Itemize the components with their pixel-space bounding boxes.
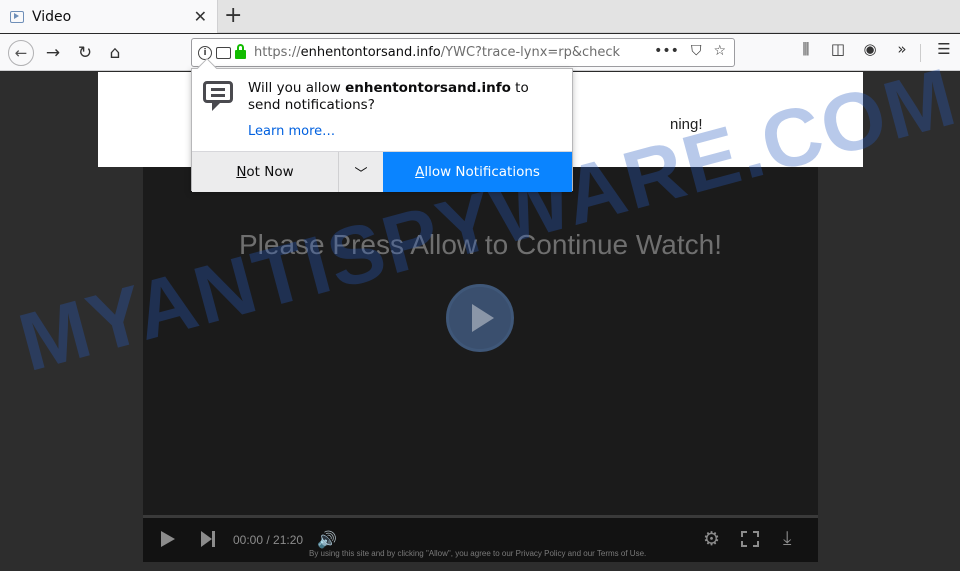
hamburger-menu-icon[interactable]: ☰ bbox=[928, 40, 960, 58]
tab-strip: Video ✕ + bbox=[0, 0, 960, 33]
popup-message: Will you allow enhentontorsand.info to s… bbox=[248, 80, 529, 113]
play-icon[interactable] bbox=[161, 531, 175, 547]
url-text[interactable]: https://enhentontorsand.info/YWC?trace-l… bbox=[254, 45, 622, 60]
page-actions-icon[interactable]: ••• bbox=[654, 43, 679, 59]
url-host: enhentontorsand.info bbox=[300, 45, 441, 60]
overflow-chevron-icon[interactable]: » bbox=[886, 40, 918, 58]
nav-bar: ← → ↻ ⌂ i https://enhentontorsand.info/Y… bbox=[0, 34, 960, 71]
forward-button[interactable]: → bbox=[40, 40, 66, 66]
volume-icon[interactable]: 🔊 bbox=[317, 530, 337, 549]
url-scheme: https:// bbox=[254, 45, 301, 60]
back-button[interactable]: ← bbox=[8, 40, 34, 66]
time-display: 00:00 / 21:20 bbox=[233, 533, 304, 547]
bookmark-star-icon[interactable]: ☆ bbox=[713, 43, 726, 59]
notification-permission-icon[interactable] bbox=[216, 46, 231, 59]
time-total: 21:20 bbox=[273, 533, 304, 547]
banner-text: ning! bbox=[670, 116, 703, 133]
time-current: 00:00 bbox=[233, 533, 264, 547]
tab-close-icon[interactable]: ✕ bbox=[194, 7, 207, 26]
site-info-icon[interactable]: i bbox=[198, 45, 212, 60]
video-player[interactable]: Please Press Allow to Continue Watch! 00… bbox=[143, 167, 818, 562]
popup-host: enhentontorsand.info bbox=[345, 80, 511, 96]
sidebar-icon[interactable]: ◫ bbox=[822, 40, 854, 58]
download-icon[interactable]: ⤓ bbox=[783, 527, 791, 549]
video-favicon-icon bbox=[10, 10, 24, 23]
lock-icon[interactable] bbox=[235, 44, 246, 59]
chevron-down-icon[interactable]: ﹀ bbox=[339, 152, 383, 192]
library-icon[interactable]: ⫼ bbox=[790, 40, 822, 58]
url-path: /YWC?trace-lynx=rp&check bbox=[440, 45, 621, 60]
url-bar[interactable]: i https://enhentontorsand.info/YWC?trace… bbox=[191, 38, 735, 67]
tab-title: Video bbox=[32, 8, 72, 25]
popup-footer: Not Now ﹀ Allow Notifications bbox=[192, 151, 572, 192]
player-controls: 00:00 / 21:20 🔊 By using this site and b… bbox=[143, 515, 818, 562]
tab-video[interactable]: Video ✕ bbox=[0, 0, 218, 33]
reload-button[interactable]: ↻ bbox=[72, 40, 98, 66]
account-icon[interactable]: ◉ bbox=[854, 40, 886, 58]
new-tab-button[interactable]: + bbox=[224, 3, 242, 28]
legal-text: By using this site and by clicking "Allo… bbox=[309, 549, 647, 558]
notification-message-icon bbox=[203, 81, 233, 111]
settings-gear-icon[interactable]: ⚙ bbox=[703, 528, 720, 550]
fullscreen-icon[interactable] bbox=[741, 531, 759, 547]
notification-permission-popup: Will you allow enhentontorsand.info to s… bbox=[191, 58, 573, 192]
allow-notifications-button[interactable]: Allow Notifications bbox=[383, 152, 572, 192]
player-message: Please Press Allow to Continue Watch! bbox=[239, 229, 722, 260]
big-play-button[interactable] bbox=[446, 284, 514, 352]
not-now-button[interactable]: Not Now bbox=[192, 152, 339, 192]
toolbar-separator bbox=[920, 44, 921, 62]
learn-more-link[interactable]: Learn more… bbox=[248, 124, 335, 139]
home-button[interactable]: ⌂ bbox=[102, 40, 128, 66]
pocket-icon[interactable]: ⛉ bbox=[691, 43, 702, 59]
